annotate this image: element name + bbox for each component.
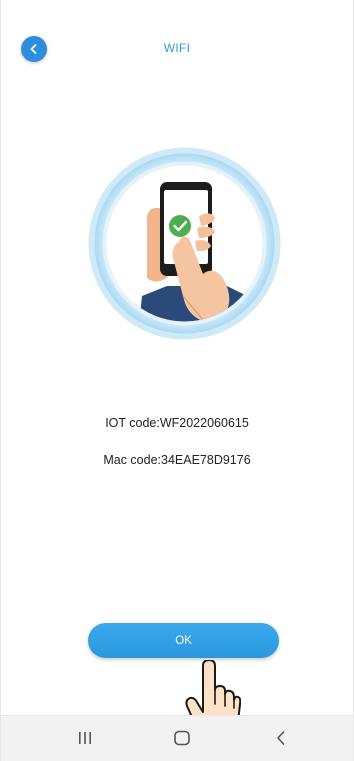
ok-button[interactable]: OK [88,623,279,658]
home-icon [174,730,190,746]
iot-code-text: IOT code:WF2022060615 [105,416,249,430]
screen: WIFI IOT code:WF2022060615 Mac code:34EA… [0,0,354,761]
recents-button[interactable] [65,725,105,751]
back-icon [277,731,285,745]
recents-icon [79,732,91,744]
system-nav-bar [1,715,353,761]
phone-confirmation-illustration [88,147,281,340]
mac-code-text: Mac code:34EAE78D9176 [103,453,251,467]
page-title: WIFI [163,41,191,55]
nav-back-button[interactable] [261,725,301,751]
header: WIFI [1,0,353,96]
ok-button-label: OK [175,634,192,647]
home-button[interactable] [162,725,202,751]
